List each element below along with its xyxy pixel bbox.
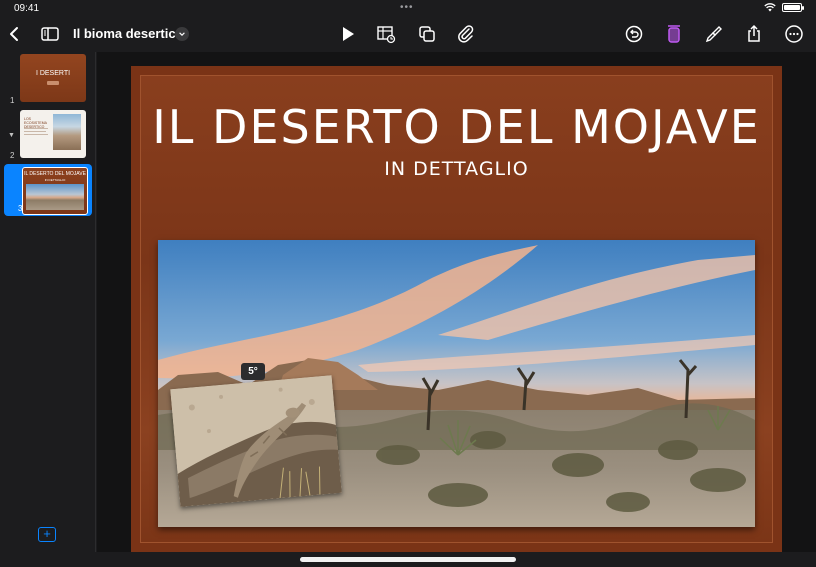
slide-thumb-image: I DESERTI — [20, 54, 86, 102]
brush-icon[interactable] — [703, 24, 725, 44]
thumb-photo — [53, 114, 81, 150]
toolbar: Il bioma desertico — [0, 16, 816, 52]
thumb-text-line — [24, 134, 48, 135]
wifi-icon — [764, 3, 776, 12]
attachment-icon[interactable] — [455, 24, 477, 44]
status-bar: 09:41 ••• — [0, 0, 816, 16]
share-icon[interactable] — [743, 24, 765, 44]
slide-title[interactable]: IL DESERTO DEL MOJAVE — [131, 100, 782, 154]
slide-thumbnail-2[interactable]: LOS ECOSISTEMA DESERTICO 2 — [0, 110, 94, 162]
sidebar-icon[interactable] — [39, 24, 61, 44]
lizard-photo[interactable] — [170, 375, 342, 507]
slide-thumbnail-3[interactable]: IL DESERTO DEL MOJAVE IN DETTAGLIO 3 — [4, 164, 92, 216]
document-title[interactable]: Il bioma desertico — [73, 26, 184, 41]
thumb-title: I DESERTI — [35, 70, 71, 77]
slide-navigator: I DESERTI 1 ▼ LOS ECOSISTEMA DESERTICO 2… — [0, 52, 96, 552]
shapes-icon[interactable] — [416, 24, 438, 44]
slide-number: 3 — [18, 204, 23, 213]
slide-subtitle[interactable]: IN DETTAGLIO — [131, 158, 782, 180]
battery-icon — [782, 3, 804, 12]
play-icon[interactable] — [337, 24, 359, 44]
slide-thumb-image: LOS ECOSISTEMA DESERTICO — [20, 110, 86, 158]
slide-canvas: IL DESERTO DEL MOJAVE IN DETTAGLIO 5° — [97, 52, 816, 552]
rotation-angle-badge: 5° — [241, 363, 265, 380]
status-right — [764, 3, 804, 12]
status-time: 09:41 — [14, 3, 40, 14]
thumb-text-line — [24, 128, 48, 129]
format-icon[interactable] — [663, 24, 685, 44]
thumb-subtitle: IN DETTAGLIO — [44, 178, 66, 182]
add-slide-button[interactable]: + — [38, 527, 56, 542]
slide-number: 2 — [10, 151, 15, 160]
slide-thumb-image: IL DESERTO DEL MOJAVE IN DETTAGLIO — [22, 167, 88, 215]
chevron-down-icon[interactable] — [175, 27, 189, 41]
more-icon[interactable] — [783, 24, 805, 44]
multitasking-dots[interactable]: ••• — [400, 2, 414, 13]
home-indicator[interactable] — [300, 557, 516, 562]
thumb-text-line — [24, 131, 46, 132]
table-chart-icon[interactable] — [375, 24, 397, 44]
slide-number: 1 — [10, 96, 15, 105]
thumb-decoration — [47, 81, 59, 85]
thumb-title: IL DESERTO DEL MOJAVE — [24, 171, 86, 177]
slide-thumbnail-1[interactable]: I DESERTI 1 — [0, 54, 94, 108]
thumb-photo — [26, 184, 84, 210]
undo-icon[interactable] — [623, 24, 645, 44]
back-chevron-icon[interactable] — [4, 24, 26, 44]
